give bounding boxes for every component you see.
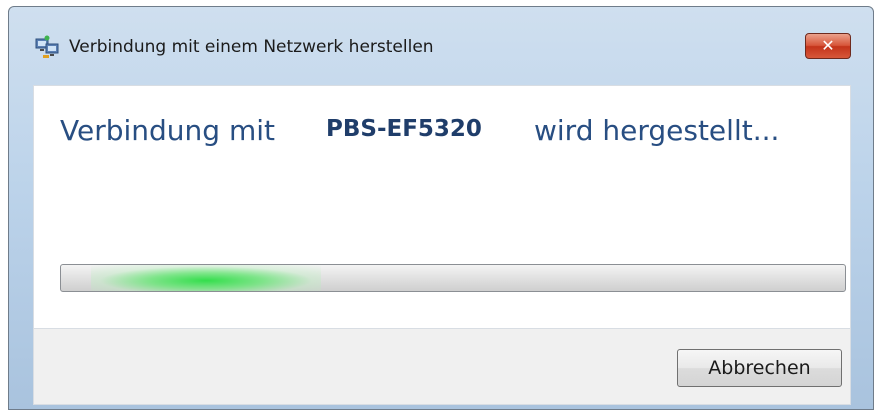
message-suffix: wird hergestellt... (534, 114, 780, 147)
message-prefix: Verbindung mit (60, 114, 275, 147)
close-button[interactable]: ✕ (805, 33, 851, 59)
network-connection-icon (35, 35, 59, 59)
dialog-window: Verbindung mit einem Netzwerk herstellen… (8, 6, 874, 410)
network-name: PBS-EF5320 (326, 116, 482, 142)
window-title: Verbindung mit einem Netzwerk herstellen (69, 37, 434, 57)
progress-indicator (91, 265, 321, 291)
title-bar[interactable]: Verbindung mit einem Netzwerk herstellen… (9, 7, 873, 87)
progress-bar (60, 264, 846, 292)
cancel-button[interactable]: Abbrechen (677, 349, 842, 387)
button-bar: Abbrechen (33, 329, 851, 405)
content-area: Verbindung mit wird hergestellt... PBS-E… (33, 85, 851, 329)
close-icon: ✕ (821, 36, 835, 55)
